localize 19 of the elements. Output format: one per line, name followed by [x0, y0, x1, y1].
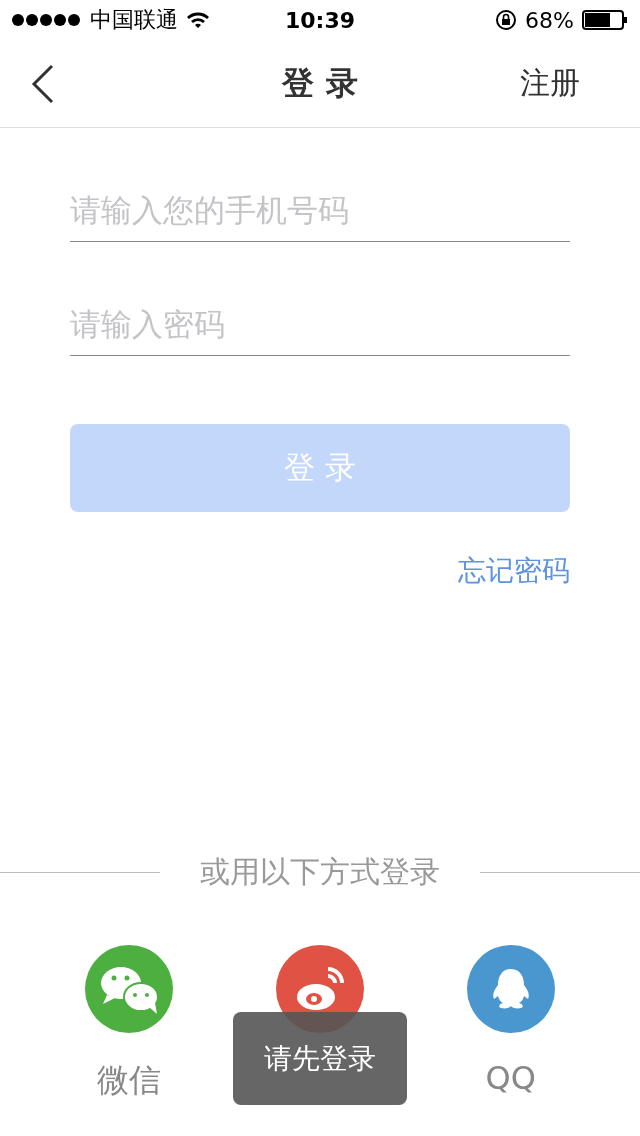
- input-field[interactable]: 请输入密码: [70, 292, 570, 356]
- qq-login-icon[interactable]: [466, 945, 555, 1033]
- back-icon[interactable]: [30, 63, 56, 104]
- wifi-icon: [186, 11, 210, 29]
- forgot-password-link[interactable]: 忘记密码: [458, 552, 570, 590]
- toast-message: 请先登录: [233, 1012, 407, 1105]
- register-button[interactable]: 注册: [520, 63, 580, 104]
- input-field[interactable]: 请输入您的手机号码: [70, 178, 570, 242]
- page-title: 登 录: [282, 63, 358, 102]
- battery-percent: 68%: [525, 7, 574, 33]
- social-label: QQ: [485, 1059, 536, 1099]
- rotation-lock-icon: [495, 9, 518, 31]
- divider-text: 或用以下方式登录: [200, 853, 440, 891]
- status-time: 10:39: [284, 7, 355, 33]
- carrier-name: 中国联通: [90, 6, 178, 34]
- social-label: 微信: [97, 1060, 162, 1099]
- signal-icon: [12, 14, 82, 26]
- battery-icon: [582, 10, 628, 30]
- wechat-login-icon[interactable]: [85, 945, 174, 1033]
